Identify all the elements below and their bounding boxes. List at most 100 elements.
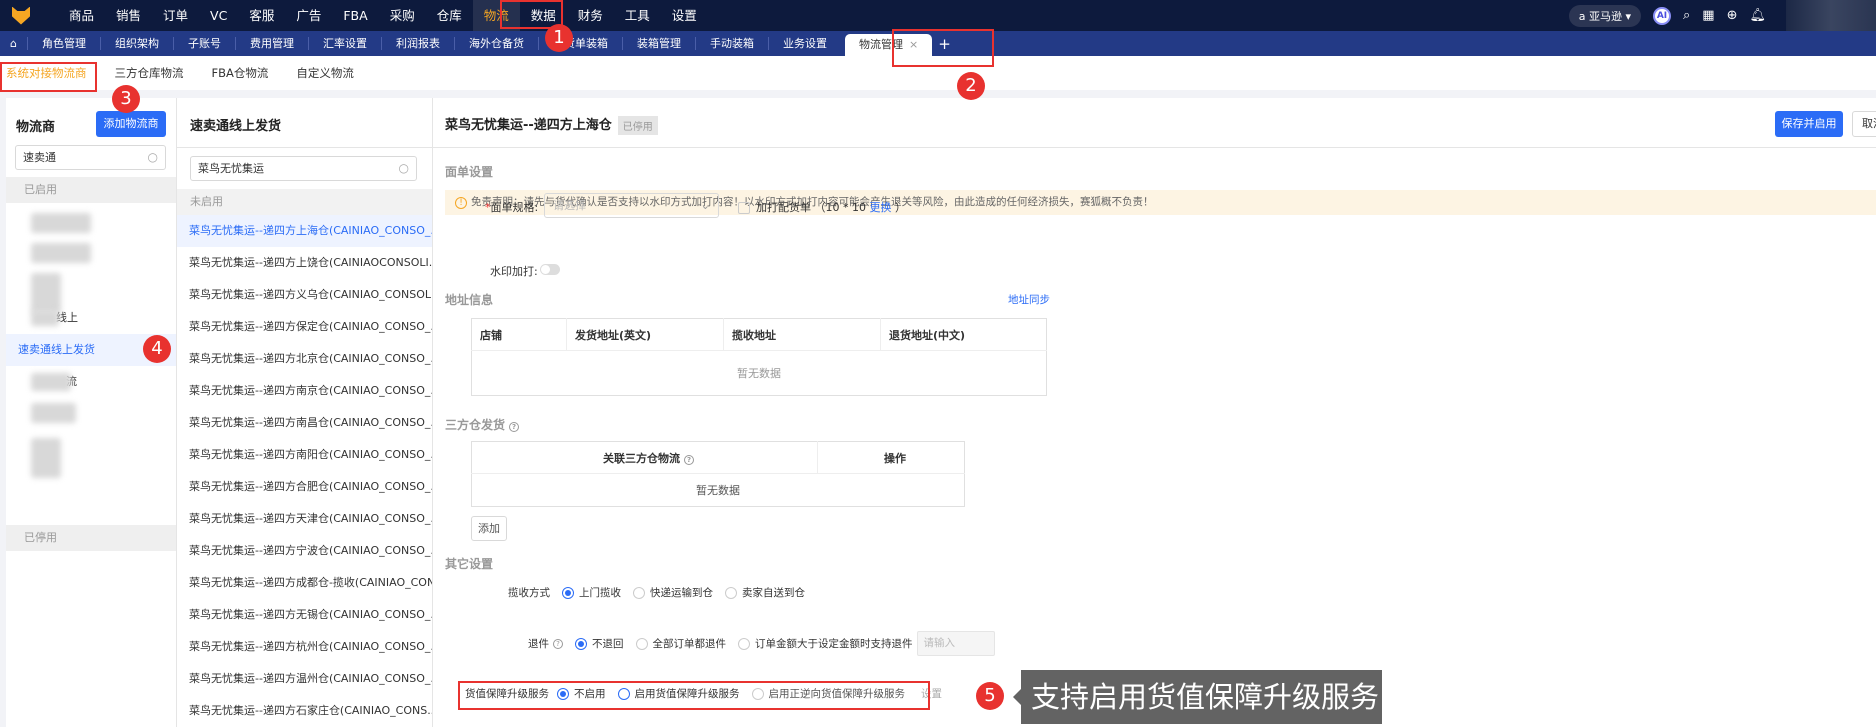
nav-item[interactable]: 设置: [661, 0, 708, 31]
tab-item[interactable]: 子账号: [172, 37, 235, 50]
spec-label: *面单规格:: [485, 201, 539, 214]
spec-select[interactable]: 请选择 ⌄: [544, 193, 719, 218]
ai-icon[interactable]: AI: [1653, 6, 1671, 25]
tab-item[interactable]: 组织架构: [99, 37, 173, 50]
logo-icon[interactable]: [4, 0, 38, 31]
store-selector[interactable]: a 亚马逊 ▾: [1568, 4, 1641, 27]
save-enable-button[interactable]: 保存并启用: [1775, 111, 1843, 137]
add-carrier-button[interactable]: 添加物流商: [96, 111, 166, 137]
apps-icon[interactable]: ▦: [1702, 8, 1714, 23]
home-icon[interactable]: ⌂: [0, 37, 27, 50]
nav-item[interactable]: 商品: [58, 0, 105, 31]
help-icon[interactable]: ?: [553, 638, 563, 649]
nav-item[interactable]: 客服: [238, 0, 285, 31]
help-icon[interactable]: ?: [509, 422, 520, 432]
warning-icon: !: [455, 197, 467, 209]
channel-item[interactable]: 菜鸟无忧集运--递四方南阳仓(CAINIAO_CONSO_...: [177, 439, 432, 471]
section-title: 地址信息: [445, 293, 494, 307]
return-group: 退件? 不退回 全部订单都退件 订单金额大于设定金额时支持退件 请输入: [528, 631, 995, 656]
radio-label[interactable]: 卖家自送到仓: [742, 585, 805, 600]
subtab-fba[interactable]: FBA仓物流: [198, 65, 283, 81]
search-icon[interactable]: ⌕: [1683, 8, 1690, 23]
annotation-badge: 5: [976, 682, 1004, 710]
tab-item[interactable]: 汇率设置: [307, 37, 381, 50]
channel-item[interactable]: 菜鸟无忧集运--递四方温州仓(CAINIAO_CONSO_...: [177, 663, 432, 695]
radio-label[interactable]: 全部订单都退件: [653, 636, 727, 651]
radio-button[interactable]: [635, 637, 648, 650]
watermark-toggle[interactable]: [540, 264, 560, 275]
radio-button[interactable]: [575, 637, 587, 650]
search-icon: ○: [398, 161, 409, 175]
watermark-label: 水印加打:: [490, 265, 538, 278]
channel-item[interactable]: 菜鸟无忧集运--递四方石家庄仓(CAINIAO_CONS...: [177, 695, 432, 727]
radio-button[interactable]: [633, 586, 645, 599]
channel-item[interactable]: 菜鸟无忧集运--递四方成都仓-揽收(CAINIAO_CON...: [177, 567, 432, 599]
redacted-item: [31, 310, 59, 326]
nav-item[interactable]: FBA: [332, 0, 378, 31]
radio-button[interactable]: [725, 586, 737, 599]
tab-item[interactable]: 角色管理: [26, 37, 100, 50]
size-text: （10 * 10: [814, 201, 867, 214]
channel-item[interactable]: 菜鸟无忧集运--递四方上海仓(CAINIAO_CONSO_...: [177, 215, 432, 247]
download-icon[interactable]: ⊕: [1727, 8, 1738, 23]
nav-item[interactable]: VC: [199, 0, 238, 31]
empty-text: 暂无数据: [696, 484, 740, 497]
size-end: ）: [895, 201, 906, 214]
annotation-box: [458, 681, 930, 710]
avatar[interactable]: [1786, 0, 1876, 31]
radio-button[interactable]: [562, 586, 574, 599]
help-icon[interactable]: ?: [684, 454, 694, 465]
section-title: 三方仓发货?: [445, 416, 520, 433]
nav-item[interactable]: 订单: [152, 0, 199, 31]
tab-item[interactable]: 手动装箱: [694, 37, 768, 50]
nav-item[interactable]: 广告: [285, 0, 332, 31]
channel-item[interactable]: 菜鸟无忧集运--递四方南昌仓(CAINIAO_CONSO_...: [177, 407, 432, 439]
redacted-item: [31, 243, 91, 263]
amount-input[interactable]: 请输入: [916, 631, 995, 656]
nav-item[interactable]: 财务: [567, 0, 614, 31]
channel-item[interactable]: 菜鸟无忧集运--递四方义乌仓(CAINIAO_CONSOLI...: [177, 279, 432, 311]
cancel-button[interactable]: 取消: [1852, 111, 1876, 137]
annotation-badge: 2: [957, 72, 985, 100]
channel-item[interactable]: 菜鸟无忧集运--递四方北京仓(CAINIAO_CONSO_...: [177, 343, 432, 375]
nav-item[interactable]: 工具: [614, 0, 661, 31]
channel-item[interactable]: 菜鸟无忧集运--递四方宁波仓(CAINIAO_CONSO_...: [177, 535, 432, 567]
bell-icon[interactable]: 🔔︎: [1749, 8, 1766, 23]
tab-item[interactable]: 费用管理: [234, 37, 308, 50]
annotation-box: [0, 62, 97, 92]
address-sync-link[interactable]: 地址同步: [1008, 292, 1050, 307]
radio-label[interactable]: 上门揽收: [579, 585, 621, 600]
nav-item[interactable]: 采购: [379, 0, 426, 31]
add-button[interactable]: 添加: [471, 516, 507, 541]
change-link[interactable]: 更换: [870, 201, 892, 214]
tab-item[interactable]: 装箱管理: [621, 37, 695, 50]
radio-label[interactable]: 不退回: [592, 636, 624, 651]
search-value: 速卖通: [23, 151, 56, 164]
channel-search-input[interactable]: 菜鸟无忧集运 ○: [190, 156, 417, 181]
tab-item[interactable]: 利润报表: [380, 37, 454, 50]
channel-item[interactable]: 菜鸟无忧集运--递四方合肥仓(CAINIAO_CONSO_...: [177, 471, 432, 503]
channel-item[interactable]: 菜鸟无忧集运--递四方保定仓(CAINIAO_CONSO_...: [177, 311, 432, 343]
radio-label[interactable]: 订单金额大于设定金额时支持退件: [755, 636, 913, 651]
store-label: 亚马逊: [1588, 9, 1622, 23]
channel-item[interactable]: 菜鸟无忧集运--递四方天津仓(CAINIAO_CONSO_...: [177, 503, 432, 535]
channel-item[interactable]: 菜鸟无忧集运--递四方无锡仓(CAINIAO_CONSO_...: [177, 599, 432, 631]
tab-item[interactable]: 业务设置: [767, 37, 841, 50]
radio-button[interactable]: [738, 637, 750, 650]
nav-item[interactable]: 仓库: [426, 0, 473, 31]
channel-item[interactable]: 菜鸟无忧集运--递四方上饶仓(CAINIAOCONSOLI...: [177, 247, 432, 279]
annotation-callout: 支持启用货值保障升级服务: [1013, 670, 1382, 724]
section-title: 面单设置: [445, 165, 494, 179]
radio-label[interactable]: 快递运输到仓: [650, 585, 713, 600]
return-label: 退件: [528, 638, 549, 650]
nav-item[interactable]: 销售: [105, 0, 152, 31]
section-title-text: 三方仓发货: [445, 418, 506, 432]
subtab-third-party[interactable]: 三方仓库物流: [101, 65, 198, 81]
tab-item[interactable]: 海外仓备货: [453, 37, 538, 50]
subtab-custom[interactable]: 自定义物流: [282, 65, 368, 81]
panel-title: 速卖通线上发货: [190, 119, 282, 134]
channel-item[interactable]: 菜鸟无忧集运--递四方南京仓(CAINIAO_CONSO_...: [177, 375, 432, 407]
channel-item[interactable]: 菜鸟无忧集运--递四方杭州仓(CAINIAO_CONSO_...: [177, 631, 432, 663]
print-pick-checkbox[interactable]: [738, 202, 750, 214]
carrier-search-input[interactable]: 速卖通 ○: [15, 145, 166, 170]
